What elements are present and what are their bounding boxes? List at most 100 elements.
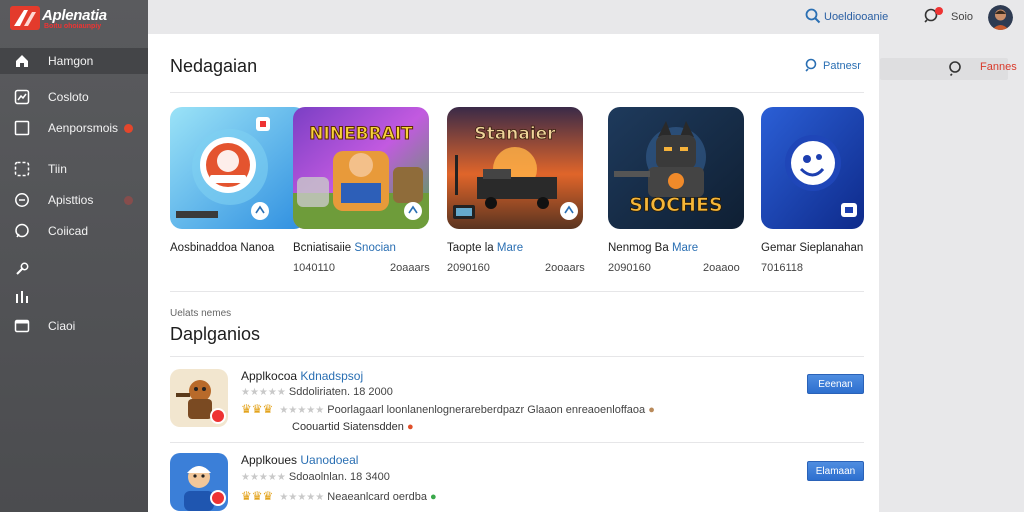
avatar-image-icon — [988, 5, 1013, 30]
user-name-label[interactable]: Soio — [951, 11, 973, 23]
featured-link[interactable]: Patnesr — [823, 60, 861, 72]
app-card-meta: 2090160 — [447, 262, 490, 274]
card-art-title: Stanaier — [474, 124, 556, 144]
gold-crowns-icon: ♛♛♛ — [241, 489, 274, 503]
download-row-title[interactable]: Applkoues Uanodoeal — [241, 453, 358, 467]
app-card-title: Aosbinaddoa Nanoa — [170, 242, 275, 254]
emoji-icon: ● — [648, 404, 655, 416]
download-row-title-text: Applkocoa — [241, 369, 298, 383]
rating-stars-icon: ★★★★★ — [241, 387, 286, 398]
truck-art-icon: Stanaier — [447, 107, 583, 229]
sidebar-item-label: Coiicad — [48, 224, 89, 238]
chart-icon — [14, 89, 30, 105]
brand-tagline: Boitu ohoiaunpiy — [44, 23, 102, 30]
sidebar-item-label: Cosloto — [48, 90, 89, 104]
app-card-title-accent: Mare — [496, 242, 524, 254]
app-badge-icon — [210, 490, 226, 506]
search-icon[interactable] — [805, 58, 819, 72]
app-card-image[interactable] — [170, 107, 306, 229]
emoji-icon: ● — [430, 491, 437, 503]
app-card-image[interactable] — [761, 107, 864, 229]
square-icon — [14, 120, 30, 136]
app-card-title: Gemar Sieplanahan — [761, 242, 864, 254]
app-card-image[interactable]: Stanaier — [447, 107, 583, 229]
card-art-title: SIOCHES — [629, 194, 722, 216]
sidebar-item-label: Hamgon — [48, 54, 94, 68]
downloads-sublabel: Uelats nemes — [170, 308, 232, 319]
wrench-icon — [16, 262, 29, 275]
featured-section-title: Nedagaian — [170, 56, 258, 76]
sidebar-item-home[interactable]: Hamgon — [0, 48, 148, 74]
brand-name: Aplenatia — [42, 7, 107, 24]
download-button[interactable]: Elamaan — [807, 461, 864, 481]
chat-icon — [15, 223, 29, 238]
app-card-title: Nenmog Ba Mare — [608, 242, 698, 254]
app-card-meta-right: 2ooaars — [545, 262, 585, 274]
notification-dot — [124, 124, 133, 133]
cat-art-icon — [170, 107, 306, 229]
ghost-art-icon — [761, 107, 864, 229]
download-row-info: ★★★★★ Sdoaolnlan. 18 3400 — [241, 471, 390, 483]
app-card-image[interactable]: SIOCHES — [608, 107, 744, 229]
sidebar-item-coiicad[interactable]: Coiicad — [0, 218, 148, 244]
sidebar: Aplenatia Boitu ohoiaunpiy Hamgon Coslot… — [0, 0, 148, 512]
gold-crowns-icon: ♛♛♛ — [241, 402, 274, 416]
divider — [170, 442, 864, 443]
app-card-title-accent: Snocian — [354, 242, 396, 254]
sidebar-item-stats[interactable] — [0, 284, 148, 310]
logo-mark-icon — [10, 6, 40, 30]
download-row-review-text: Poorlagaarl loonlanenlognerareberdpazr G… — [327, 404, 646, 416]
download-row-title-text: Applkoues — [241, 453, 298, 467]
app-card-title-text: Nenmog Ba — [608, 242, 669, 254]
emoji-icon: ● — [406, 421, 414, 433]
avatar[interactable] — [988, 5, 1013, 30]
sidebar-item-ciaoi[interactable]: Ciaoi — [0, 313, 148, 339]
app-card-title: Taopte la Mare — [447, 242, 523, 254]
search-icon[interactable] — [805, 8, 821, 24]
downloads-section-title: Daplganios — [170, 324, 261, 344]
globe-icon — [15, 193, 29, 207]
notification-dot — [124, 196, 133, 205]
sidebar-item-tools[interactable] — [0, 256, 148, 282]
sidebar-item-label: Tiin — [48, 162, 67, 176]
download-row-review: ♛♛♛ ★★★★★ Neaeanlcard oerdba ● — [241, 489, 437, 503]
app-card-meta: 1040110 — [293, 262, 336, 274]
download-row-review: ♛♛♛ ★★★★★ Poorlagaarl loonlanenlognerare… — [241, 402, 655, 416]
divider — [170, 291, 864, 292]
download-row-title-accent: Kdnadspsoj — [300, 369, 364, 383]
main-panel: Nedagaian Patnesr Aosbinaddoa Nanoa NINE… — [148, 34, 879, 512]
rating-stars-icon: ★★★★★ — [279, 405, 325, 416]
dashed-box-icon — [14, 161, 30, 177]
sidebar-item-cosloto[interactable]: Cosloto — [0, 84, 148, 110]
app-card-meta: 2090160 — [608, 262, 651, 274]
sidebar-item-apisttios[interactable]: Apisttios — [0, 187, 148, 213]
rating-stars-icon: ★★★★★ — [241, 472, 286, 483]
download-row-title[interactable]: Applkocoa Kdnadspsoj — [241, 369, 363, 383]
sidebar-item-tiin[interactable]: Tiin — [0, 156, 148, 182]
robot-art-icon: SIOCHES — [608, 107, 744, 229]
home-icon — [16, 55, 28, 67]
app-card-title: Bcniatisaiie Snocian — [293, 242, 396, 254]
card-art-title: NINEBRAIT — [309, 124, 413, 144]
top-search-label[interactable]: Uoeldiooanie — [824, 11, 888, 23]
app-card-meta-right: 2oaaars — [390, 262, 430, 274]
app-card-title-accent: Mare — [671, 242, 699, 254]
app-badge-icon — [210, 408, 226, 424]
download-row-title-accent: Uanodoeal — [300, 453, 359, 467]
divider — [170, 356, 864, 357]
secondary-search-label[interactable]: Fannes — [980, 61, 1017, 73]
app-card-image[interactable]: NINEBRAIT — [293, 107, 429, 229]
search-icon[interactable] — [948, 60, 964, 76]
card-icon — [14, 319, 30, 333]
download-row-review-text: Neaeanlcard oerdba — [327, 491, 427, 503]
brand-logo[interactable]: Aplenatia Boitu ohoiaunpiy — [10, 4, 140, 36]
sidebar-item-label: Ciaoi — [48, 319, 76, 333]
app-card-title-text: Bcniatisaiie — [293, 242, 352, 254]
app-card-title-text: Taopte la — [447, 242, 494, 254]
divider — [170, 92, 864, 93]
crane-art-icon: NINEBRAIT — [293, 107, 429, 229]
download-button[interactable]: Eeenan — [807, 374, 864, 394]
sidebar-item-aenporsmois[interactable]: Aenporsmois — [0, 115, 148, 141]
download-row-note-text: Coouartid Siatensdden — [292, 421, 404, 433]
sidebar-item-label: Aenporsmois — [48, 121, 119, 135]
